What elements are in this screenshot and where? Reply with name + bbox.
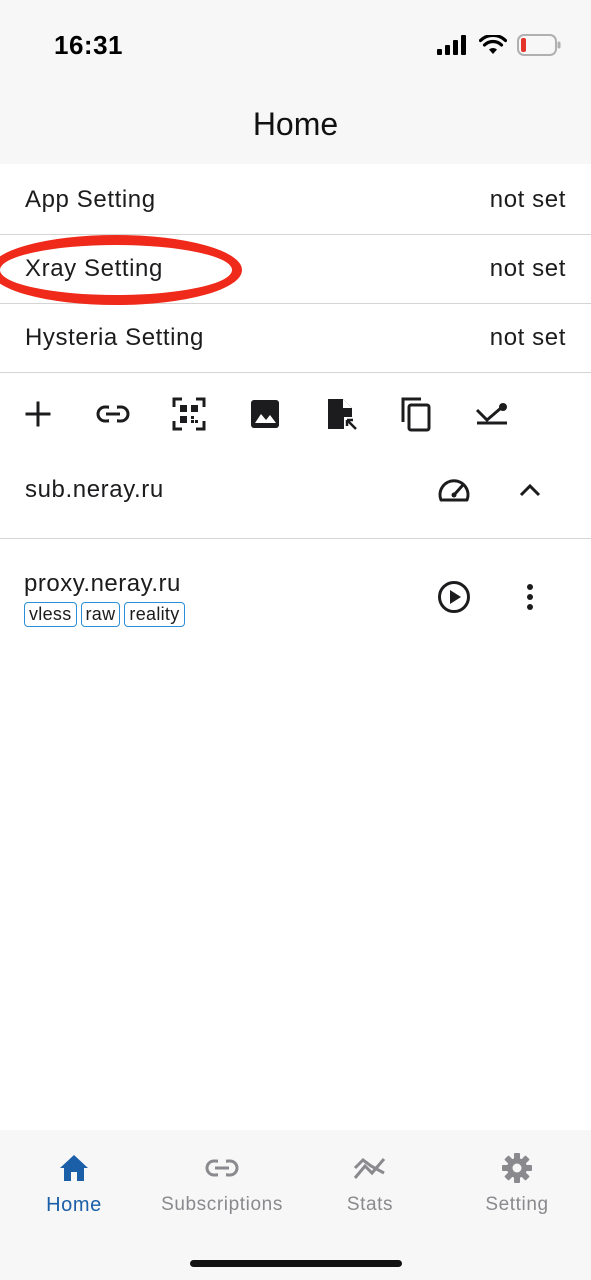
status-icons <box>437 34 561 56</box>
connect-button[interactable] <box>432 575 476 619</box>
link-icon <box>202 1148 242 1188</box>
import-image-button[interactable] <box>245 394 285 434</box>
home-indicator <box>190 1260 402 1267</box>
bottom-tab-bar: Home Subscriptions Stats Setting <box>0 1130 591 1280</box>
setting-value: not set <box>489 324 566 351</box>
chevron-up-icon <box>519 483 541 497</box>
collapse-all-button[interactable] <box>472 394 512 434</box>
subscription-row[interactable]: sub.neray.ru <box>0 452 591 539</box>
status-bar: 16:31 <box>0 0 591 92</box>
link-icon <box>96 405 130 423</box>
setting-value: not set <box>489 255 566 282</box>
collapse-icon <box>475 403 507 425</box>
wifi-icon <box>479 35 507 54</box>
hysteria-setting-row[interactable]: Hysteria Setting not set <box>0 304 591 373</box>
qr-code-icon <box>172 397 206 431</box>
navigation-bar: Home <box>0 92 591 164</box>
cellular-signal-icon <box>437 35 466 55</box>
setting-label: App Setting <box>25 186 156 213</box>
server-tags: vless raw reality <box>24 602 185 627</box>
setting-value: not set <box>489 186 566 213</box>
tag-transport: raw <box>80 602 121 627</box>
import-file-button[interactable] <box>322 394 362 434</box>
tab-label: Home <box>46 1194 102 1216</box>
settings-list: App Setting not set Xray Setting not set… <box>0 166 591 373</box>
tab-subscriptions[interactable]: Subscriptions <box>148 1148 296 1228</box>
speed-test-button[interactable] <box>432 468 476 512</box>
speedometer-icon <box>438 479 470 502</box>
setting-label: Xray Setting <box>25 255 163 282</box>
tab-home[interactable]: Home <box>0 1148 148 1228</box>
gear-icon <box>497 1148 537 1188</box>
tab-label: Subscriptions <box>161 1194 283 1215</box>
scan-qr-button[interactable] <box>169 394 209 434</box>
tab-label: Stats <box>346 1194 394 1215</box>
copy-button[interactable] <box>396 394 436 434</box>
toolbar <box>0 386 591 442</box>
server-name: proxy.neray.ru <box>24 570 181 597</box>
add-button[interactable] <box>18 394 58 434</box>
more-vert-icon <box>527 584 533 610</box>
more-options-button[interactable] <box>508 575 552 619</box>
page-title: Home <box>252 106 339 142</box>
play-icon <box>438 581 470 613</box>
add-link-button[interactable] <box>93 394 133 434</box>
copy-icon <box>401 397 431 432</box>
app-setting-row[interactable]: App Setting not set <box>0 166 591 235</box>
xray-setting-row[interactable]: Xray Setting not set <box>0 235 591 305</box>
tab-setting[interactable]: Setting <box>443 1148 591 1228</box>
tab-label: Setting <box>485 1194 549 1215</box>
home-icon <box>54 1148 94 1188</box>
tab-stats[interactable]: Stats <box>296 1148 444 1228</box>
image-icon <box>251 400 279 428</box>
collapse-subscription-button[interactable] <box>508 468 552 512</box>
server-list-item[interactable]: proxy.neray.ru vless raw reality <box>0 560 591 640</box>
setting-label: Hysteria Setting <box>25 324 205 351</box>
file-import-icon <box>328 399 357 430</box>
battery-icon <box>517 34 561 56</box>
status-time: 16:31 <box>54 30 123 60</box>
tag-protocol: vless <box>24 602 77 627</box>
tag-security: reality <box>124 602 185 627</box>
subscription-name: sub.neray.ru <box>25 476 164 503</box>
stats-icon <box>350 1148 390 1188</box>
add-icon <box>25 401 51 427</box>
